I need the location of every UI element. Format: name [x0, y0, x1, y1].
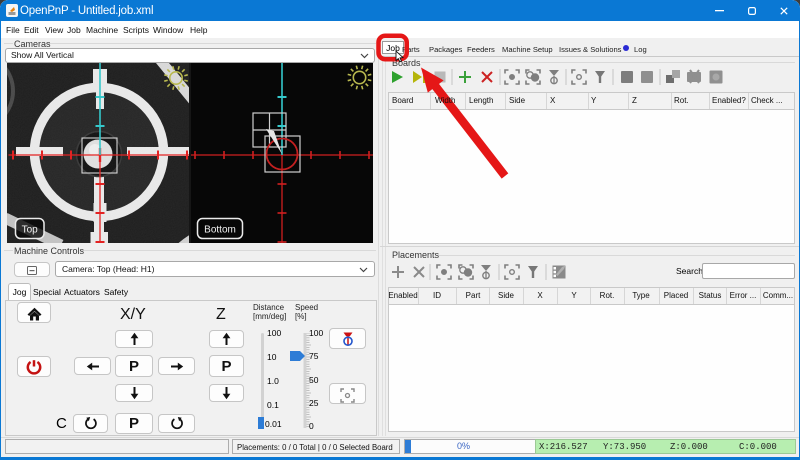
svg-text:Bottom: Bottom [204, 225, 236, 236]
svg-text:Top: Top [22, 225, 39, 236]
